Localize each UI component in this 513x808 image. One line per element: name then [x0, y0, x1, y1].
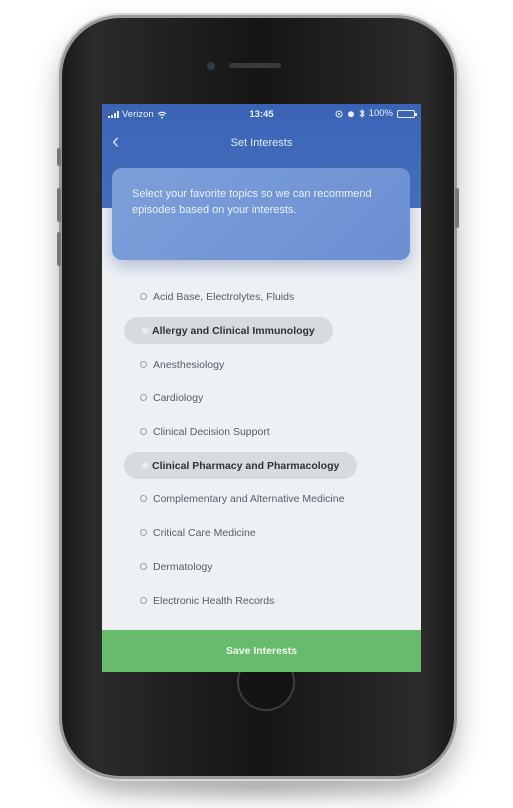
battery-icon	[397, 109, 417, 118]
topic-item[interactable]: Acid Base, Electrolytes, Fluids	[140, 283, 294, 310]
radio-icon	[142, 462, 149, 469]
topic-label: Cardiology	[153, 391, 204, 404]
topic-item[interactable]: Clinical Decision Support	[140, 418, 270, 445]
mute-switch	[57, 148, 61, 166]
topic-label: Dermatology	[153, 560, 213, 573]
topic-item[interactable]: Dermatology	[140, 553, 213, 580]
topic-label: Acid Base, Electrolytes, Fluids	[153, 290, 295, 303]
front-camera	[207, 62, 215, 70]
topic-label: Clinical Pharmacy and Pharmacology	[152, 459, 340, 472]
radio-icon	[140, 495, 147, 502]
bluetooth-icon	[359, 109, 365, 118]
location-icon	[335, 110, 343, 117]
radio-icon	[140, 293, 147, 300]
topic-label: Anesthesiology	[153, 358, 225, 371]
topic-label: Clinical Decision Support	[153, 425, 270, 438]
topic-item[interactable]: Electronic Health Records	[140, 587, 274, 614]
radio-icon	[140, 563, 147, 570]
topic-label: Critical Care Medicine	[153, 526, 256, 539]
save-interests-button[interactable]: Save Interests	[102, 630, 421, 672]
topic-item[interactable]: Anesthesiology	[140, 351, 224, 378]
radio-icon	[140, 361, 147, 368]
volume-up-button	[57, 188, 61, 222]
topic-label: Complementary and Alternative Medicine	[153, 492, 345, 505]
save-button-label: Save Interests	[225, 645, 298, 657]
power-button	[455, 188, 459, 228]
topic-item[interactable]: Critical Care Medicine	[140, 519, 256, 546]
radio-icon	[140, 394, 147, 401]
prompt-card: Select your favorite topics so we can re…	[112, 168, 410, 260]
page-title: Set Interests	[230, 137, 293, 149]
topic-item-selected[interactable]: Allergy and Clinical Immunology	[124, 317, 333, 344]
battery-percent: 100%	[368, 108, 393, 119]
alarm-icon	[347, 110, 354, 117]
topic-label: Electronic Health Records	[153, 594, 275, 607]
topic-label: Allergy and Clinical Immunology	[152, 324, 315, 337]
topic-item[interactable]: Cardiology	[140, 384, 203, 411]
topic-item[interactable]: Complementary and Alternative Medicine	[140, 485, 344, 512]
radio-icon	[142, 327, 149, 334]
earpiece-speaker	[229, 63, 281, 68]
radio-icon	[140, 597, 147, 604]
radio-icon	[140, 428, 147, 435]
status-right: 100%	[335, 108, 417, 119]
app-screen: Verizon 13:45 100% ‹ Set Interests Selec…	[102, 104, 421, 672]
prompt-text: Select your favorite topics so we can re…	[132, 188, 372, 216]
radio-icon	[140, 529, 147, 536]
volume-down-button	[57, 232, 61, 266]
status-bar: Verizon 13:45 100%	[102, 104, 421, 124]
topic-item-selected[interactable]: Clinical Pharmacy and Pharmacology	[124, 452, 358, 479]
